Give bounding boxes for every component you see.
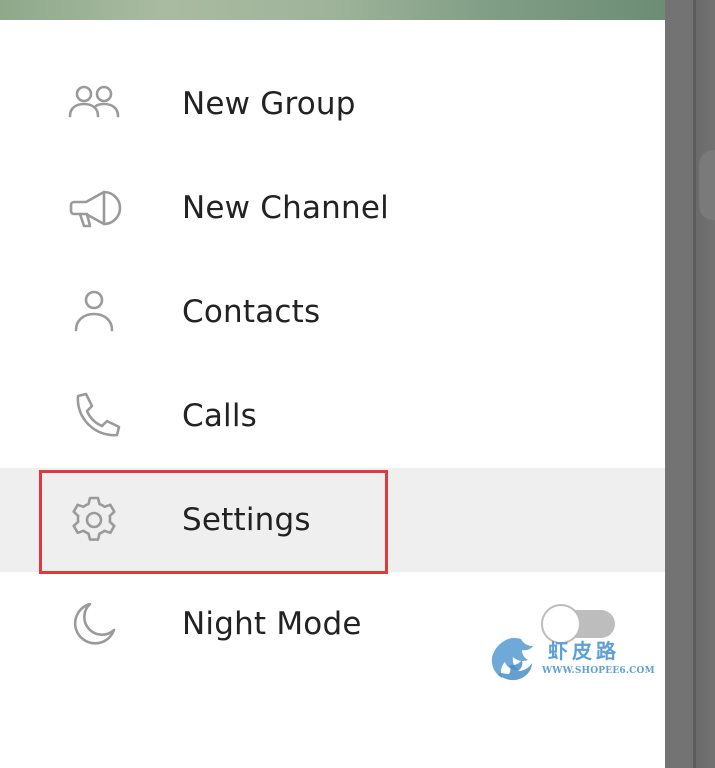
menu-item-calls[interactable]: Calls (0, 364, 665, 468)
menu-item-new-group[interactable]: New Group (0, 52, 665, 156)
menu-item-label: Settings (182, 502, 311, 538)
overlay-bubble (699, 150, 715, 220)
menu-item-new-channel[interactable]: New Channel (0, 156, 665, 260)
overlay-divider (693, 0, 696, 768)
background-overlay[interactable] (665, 0, 715, 768)
gear-icon (62, 488, 126, 552)
header-background (0, 0, 665, 20)
phone-icon (62, 384, 126, 448)
menu-item-label: New Group (182, 86, 356, 122)
menu-item-label: Calls (182, 398, 258, 434)
menu-item-settings[interactable]: Settings (0, 468, 665, 572)
person-icon (62, 280, 126, 344)
toggle-knob (541, 604, 581, 644)
side-menu: New Group New Channel Contacts Calls Set… (0, 52, 665, 676)
menu-item-night-mode[interactable]: Night Mode (0, 572, 665, 676)
overlay-edge (665, 0, 693, 768)
menu-item-label: Night Mode (182, 606, 362, 642)
megaphone-icon (62, 176, 126, 240)
menu-item-contacts[interactable]: Contacts (0, 260, 665, 364)
night-mode-toggle[interactable] (541, 604, 615, 644)
moon-icon (62, 592, 126, 656)
menu-item-label: New Channel (182, 190, 389, 226)
people-icon (62, 72, 126, 136)
menu-item-label: Contacts (182, 294, 321, 330)
